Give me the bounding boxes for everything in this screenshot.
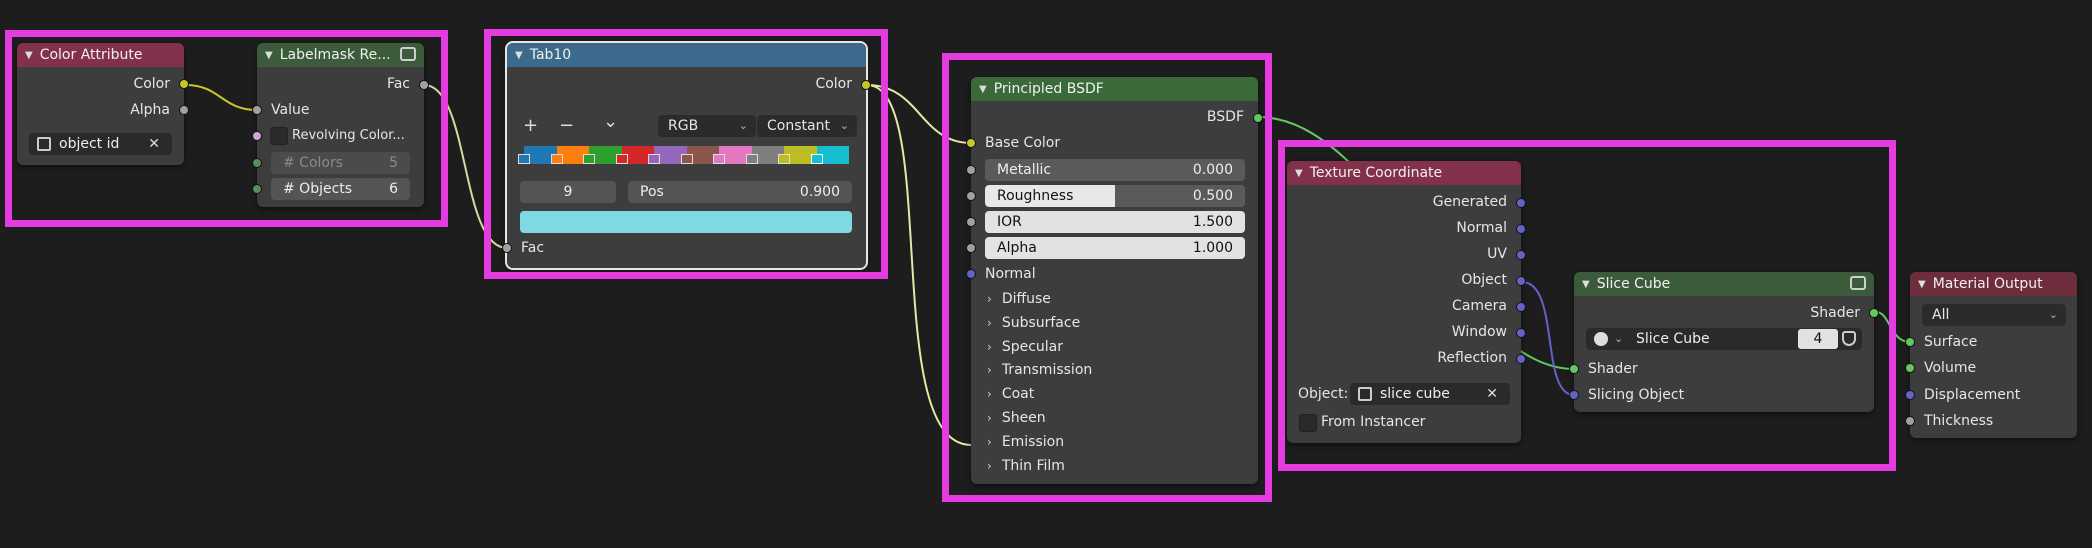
- collapse-chevron-icon[interactable]: ▼: [1918, 279, 1926, 290]
- material-output-node[interactable]: ▼ Material Output All ⌄ Surface Volume D…: [1905, 272, 2077, 438]
- node-header[interactable]: ▼ Material Output: [1910, 272, 2077, 296]
- node-title: Material Output: [1932, 276, 2043, 292]
- highlight-box-slice-setup: [1278, 140, 1896, 471]
- input-thickness-label: Thickness: [1924, 413, 1994, 429]
- highlight-box-attribute-group: [5, 30, 448, 227]
- render-target-select[interactable]: All ⌄: [1922, 304, 2066, 326]
- chevron-down-icon: ⌄: [2048, 308, 2058, 321]
- input-thickness-socket[interactable]: [1905, 416, 1915, 426]
- input-displacement-socket[interactable]: [1905, 390, 1915, 400]
- input-surface-label: Surface: [1924, 334, 1978, 350]
- highlight-box-principled-bsdf: [942, 53, 1272, 502]
- input-displacement-label: Displacement: [1924, 387, 2021, 403]
- highlight-box-color-ramp: [484, 29, 888, 279]
- input-volume-label: Volume: [1924, 360, 1977, 376]
- input-surface-socket[interactable]: [1905, 337, 1915, 347]
- input-volume-socket[interactable]: [1905, 363, 1915, 373]
